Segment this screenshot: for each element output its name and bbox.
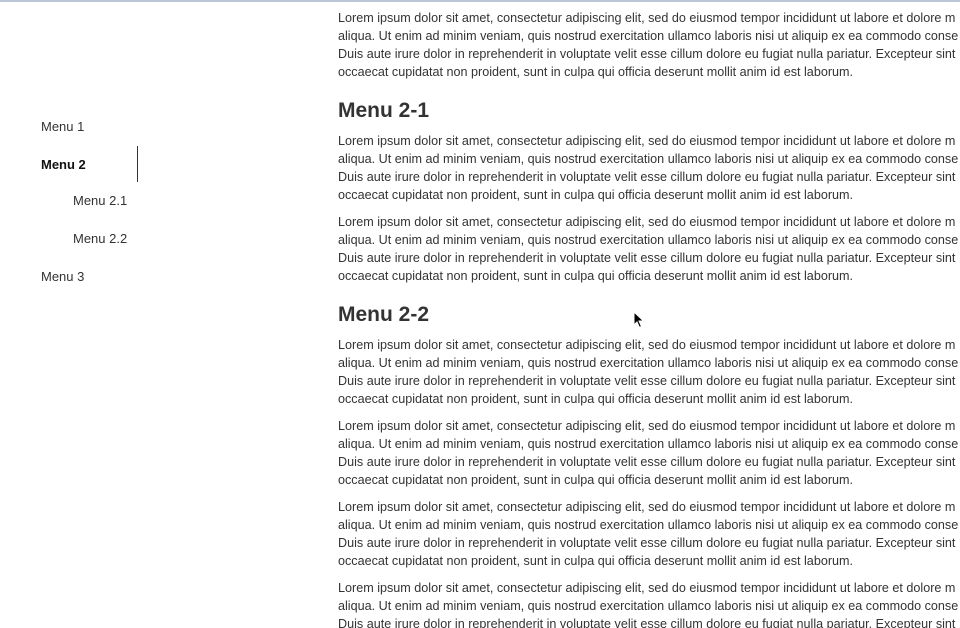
text-line: Duis aute irure dolor in reprehenderit i…: [338, 617, 956, 628]
text-line: Lorem ipsum dolor sit amet, consectetur …: [338, 581, 956, 595]
sidebar-item-menu-3[interactable]: Menu 3: [41, 269, 84, 285]
text-line: aliqua. Ut enim ad minim veniam, quis no…: [338, 29, 959, 43]
sidebar-item-menu-2[interactable]: Menu 2: [41, 157, 86, 173]
text-line: aliqua. Ut enim ad minim veniam, quis no…: [338, 152, 959, 166]
text-line: aliqua. Ut enim ad minim veniam, quis no…: [338, 518, 959, 532]
text-line: Lorem ipsum dolor sit amet, consectetur …: [338, 338, 956, 352]
paragraph: Lorem ipsum dolor sit amet, consectetur …: [338, 336, 960, 408]
text-line: Lorem ipsum dolor sit amet, consectetur …: [338, 134, 956, 148]
text-line: occaecat cupidatat non proident, sunt in…: [338, 188, 854, 202]
text-line: Duis aute irure dolor in reprehenderit i…: [338, 536, 956, 550]
paragraph: Lorem ipsum dolor sit amet, consectetur …: [338, 417, 960, 489]
text-line: Duis aute irure dolor in reprehenderit i…: [338, 170, 956, 184]
text-line: Duis aute irure dolor in reprehenderit i…: [338, 374, 956, 388]
text-line: Lorem ipsum dolor sit amet, consectetur …: [338, 11, 956, 25]
sidebar-nav: Menu 1 Menu 2 Menu 2.1 Menu 2.2 Menu 3: [0, 0, 300, 628]
paragraph: Lorem ipsum dolor sit amet, consectetur …: [338, 213, 960, 285]
mouse-pointer-icon: [633, 311, 645, 329]
text-line: Duis aute irure dolor in reprehenderit i…: [338, 251, 956, 265]
paragraph: Lorem ipsum dolor sit amet, consectetur …: [338, 132, 960, 204]
text-line: aliqua. Ut enim ad minim veniam, quis no…: [338, 233, 959, 247]
text-line: occaecat cupidatat non proident, sunt in…: [338, 473, 854, 487]
text-line: aliqua. Ut enim ad minim veniam, quis no…: [338, 356, 959, 370]
paragraph: Lorem ipsum dolor sit amet, consectetur …: [338, 579, 960, 628]
paragraph: Lorem ipsum dolor sit amet, consectetur …: [338, 9, 960, 81]
main-content: Lorem ipsum dolor sit amet, consectetur …: [338, 0, 960, 628]
paragraph: Lorem ipsum dolor sit amet, consectetur …: [338, 498, 960, 570]
text-line: aliqua. Ut enim ad minim veniam, quis no…: [338, 599, 959, 613]
sidebar-item-menu-1[interactable]: Menu 1: [41, 119, 84, 135]
text-line: occaecat cupidatat non proident, sunt in…: [338, 554, 854, 568]
section-heading-menu-2-2: Menu 2-2: [338, 303, 430, 326]
section-heading-menu-2-1: Menu 2-1: [338, 99, 430, 122]
text-line: occaecat cupidatat non proident, sunt in…: [338, 269, 854, 283]
sidebar-item-menu-2-1[interactable]: Menu 2.1: [73, 193, 127, 209]
text-line: Lorem ipsum dolor sit amet, consectetur …: [338, 215, 956, 229]
text-line: occaecat cupidatat non proident, sunt in…: [338, 65, 854, 79]
text-line: Duis aute irure dolor in reprehenderit i…: [338, 455, 956, 469]
text-line: Duis aute irure dolor in reprehenderit i…: [338, 47, 956, 61]
active-indicator: [137, 146, 138, 182]
text-line: Lorem ipsum dolor sit amet, consectetur …: [338, 500, 956, 514]
text-line: aliqua. Ut enim ad minim veniam, quis no…: [338, 437, 959, 451]
text-line: occaecat cupidatat non proident, sunt in…: [338, 392, 854, 406]
text-line: Lorem ipsum dolor sit amet, consectetur …: [338, 419, 956, 433]
sidebar-item-menu-2-2[interactable]: Menu 2.2: [73, 231, 127, 247]
